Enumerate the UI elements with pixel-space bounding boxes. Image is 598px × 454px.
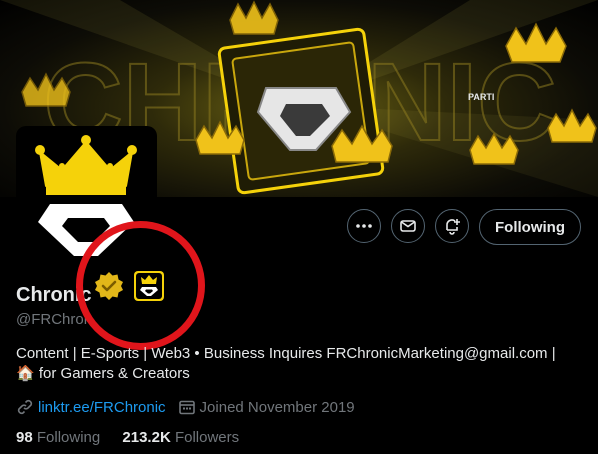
mail-icon	[400, 220, 416, 232]
following-stat[interactable]: 98 Following	[16, 429, 100, 446]
crown-logo-icon	[35, 135, 137, 256]
link-icon	[17, 399, 33, 415]
profile-bio: Content | E-Sports | Web3 • Business Inq…	[16, 344, 586, 384]
followers-count: 213.2K	[122, 429, 171, 446]
house-emoji-icon: 🏠	[16, 365, 35, 382]
bio-line-2-text: for Gamers & Creators	[38, 365, 190, 382]
svg-text:PARTI: PARTI	[468, 92, 494, 102]
following-label: Following	[36, 429, 101, 446]
affiliate-badge-icon[interactable]	[133, 270, 165, 302]
calendar-icon	[178, 400, 195, 415]
verified-badge-icon[interactable]	[93, 270, 125, 302]
more-icon	[356, 224, 372, 228]
joined-date: Joined November 2019	[199, 398, 355, 416]
notifications-button[interactable]	[435, 209, 469, 243]
profile-name: Chronic	[16, 284, 92, 306]
followers-stat[interactable]: 213.2K Followers	[122, 429, 239, 446]
follow-stats: 98 Following 213.2K Followers	[16, 429, 239, 446]
followers-label: Followers	[174, 429, 240, 446]
more-button[interactable]	[347, 209, 381, 243]
bio-line-2: 🏠 for Gamers & Creators	[16, 364, 586, 384]
bell-plus-icon	[446, 219, 460, 235]
bio-line-1: Content | E-Sports | Web3 • Business Inq…	[16, 345, 556, 362]
badge-group	[93, 270, 165, 302]
message-button[interactable]	[391, 209, 425, 243]
profile-link[interactable]: linktr.ee/FRChronic	[38, 399, 166, 416]
profile-meta: linktr.ee/FRChronic Joined November 2019	[16, 398, 355, 416]
following-count: 98	[16, 429, 33, 446]
profile-handle: @FRChron	[16, 311, 93, 328]
profile-avatar[interactable]	[16, 126, 157, 267]
following-button[interactable]: Following	[479, 209, 581, 245]
